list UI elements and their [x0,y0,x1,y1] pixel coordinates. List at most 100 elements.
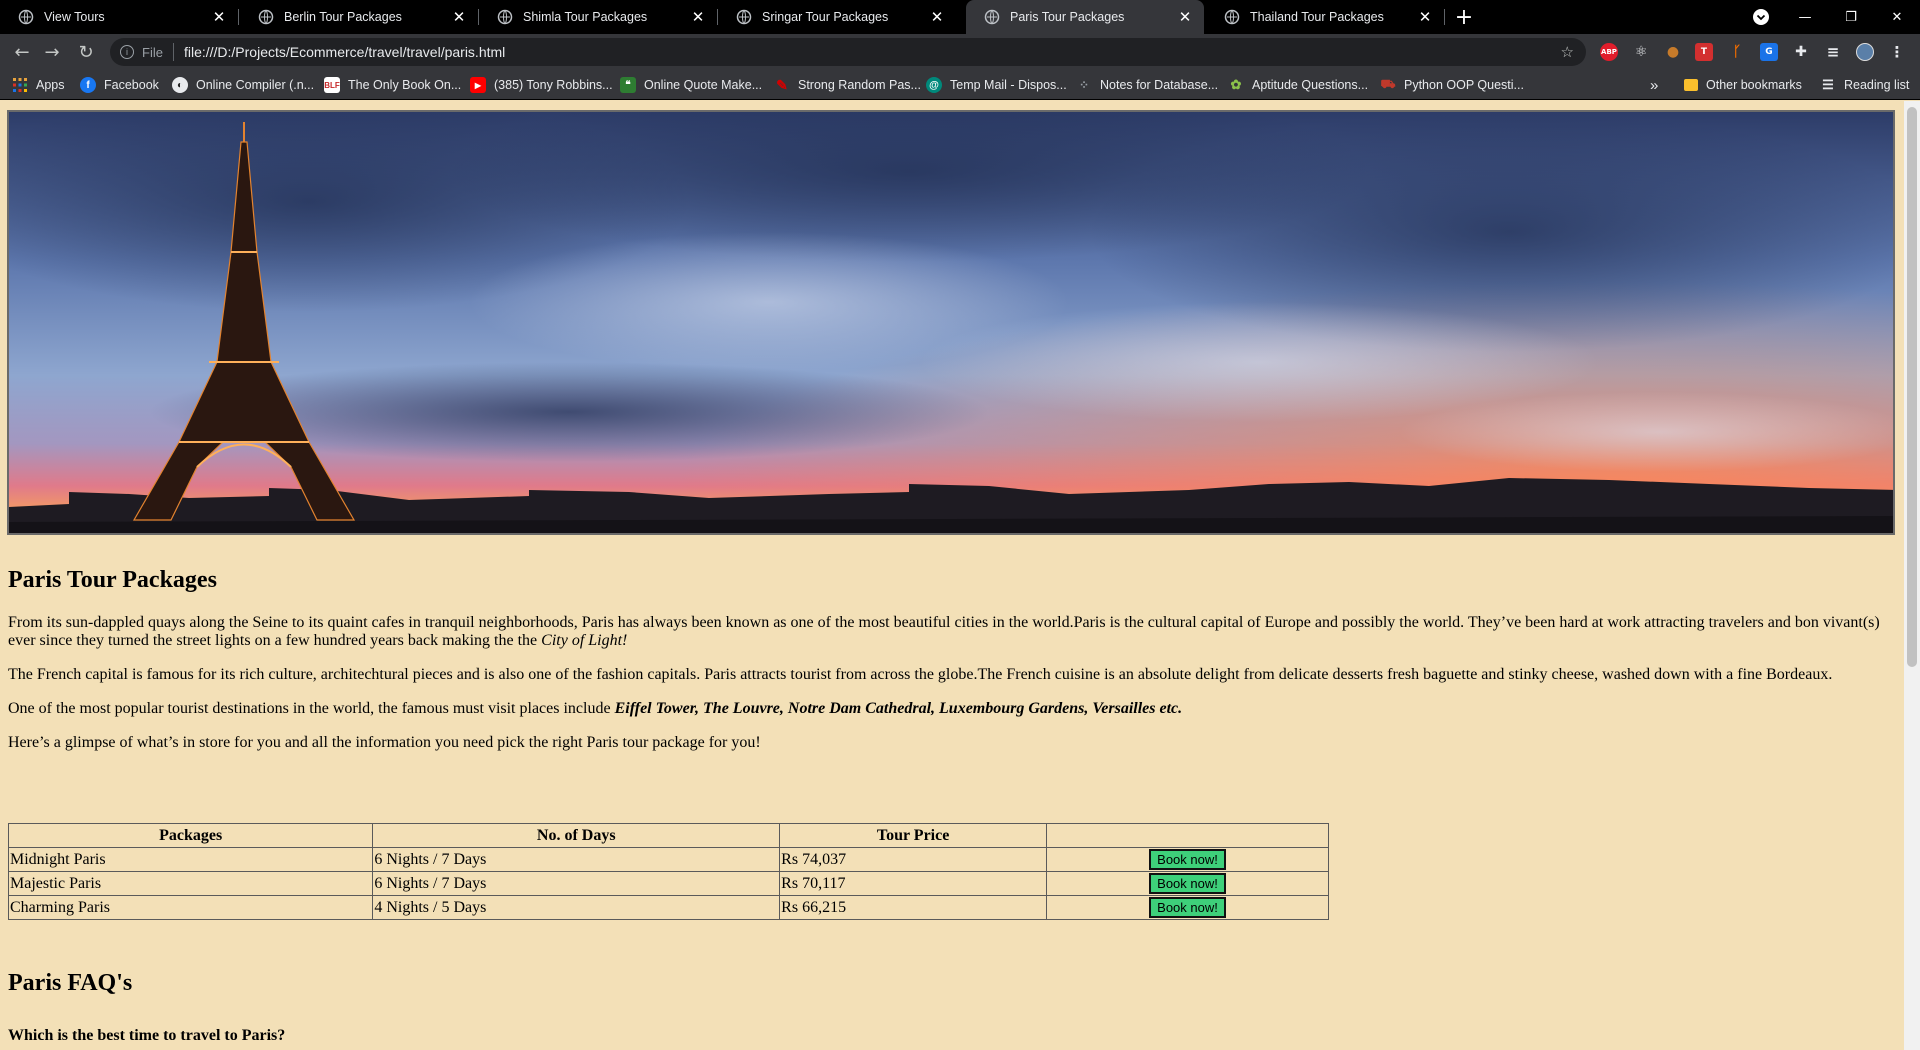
menu-icon[interactable]: ⋮ [1888,43,1906,61]
reading-list-icon[interactable]: ≡ [1824,43,1842,61]
bookmark-label: Notes for Database... [1100,78,1219,92]
bookmark-label: Strong Random Pas... [798,78,921,92]
globe-icon [18,9,34,25]
tab-title: View Tours [44,10,105,24]
reload-button[interactable]: ↻ [74,40,98,64]
bookmark-database-notes[interactable]: ⁘ Notes for Database... [1076,76,1218,94]
close-icon[interactable]: ✕ [687,6,709,28]
action-cell: Book now! [1046,895,1329,920]
bookmark-random-password[interactable]: ✎ Strong Random Pas... [774,76,921,94]
bookmark-apps[interactable]: Apps [12,76,65,94]
tab-separator [1444,9,1445,25]
bookmark-temp-mail[interactable]: @ Temp Mail - Dispos... [926,76,1067,94]
bookmark-label: Reading list [1844,78,1910,92]
chevron-down-icon [1753,9,1769,25]
tab-title: Shimla Tour Packages [523,10,648,24]
glimpse-paragraph: Here’s a glimpse of what’s in store for … [8,734,761,751]
bookmark-aptitude[interactable]: ✿ Aptitude Questions... [1228,76,1369,94]
other-bookmarks[interactable]: Other bookmarks [1684,76,1802,94]
bookmark-tony-robbins[interactable]: ▶ (385) Tony Robbins... [470,76,613,94]
close-icon[interactable]: ✕ [1174,6,1196,28]
book-now-button[interactable]: Book now! [1149,897,1226,918]
restore-button[interactable]: ❐ [1828,0,1874,34]
culture-paragraph: The French capital is famous for its ric… [8,666,1833,683]
main-content: Paris Tour Packages From its sun-dappled… [8,566,1888,768]
info-icon[interactable]: i [120,45,134,59]
close-window-button[interactable]: ✕ [1874,0,1920,34]
table-row: Midnight Paris 6 Nights / 7 Days Rs 74,0… [7,847,1329,872]
arrow-right-icon: → [44,41,60,63]
attractions-list: Eiffel Tower, The Louvre, Notre Dam Cath… [614,700,1183,717]
translate-icon[interactable]: T [1695,43,1713,61]
divider [172,43,174,61]
faq-section: Paris FAQ's Which is the best time to tr… [8,969,285,1045]
new-tab-button[interactable]: + [1452,5,1476,30]
notes-icon: ⁘ [1078,78,1090,92]
password-icon: ✎ [776,76,788,93]
adblock-icon[interactable]: ABP [1600,43,1618,61]
bookmark-python-oop[interactable]: ⛟ Python OOP Questi... [1380,76,1524,94]
quote-icon: ❝ [620,77,636,93]
bookmark-label: Facebook [104,78,159,92]
reading-list-icon: ☰ [1822,77,1834,92]
cookie-icon[interactable]: ● [1664,43,1682,61]
book-icon: BLF [324,77,340,93]
wappalyzer-icon[interactable]: ᚴ [1728,43,1746,61]
bookmark-only-book[interactable]: BLF The Only Book On... [324,76,461,94]
bookmark-facebook[interactable]: f Facebook [80,76,159,94]
action-cell: Book now! [1046,847,1329,872]
bookmark-label: Other bookmarks [1706,78,1802,92]
puzzle-icon[interactable]: ✚ [1792,43,1810,61]
book-now-button[interactable]: Book now! [1149,849,1226,870]
tab-sringar[interactable]: Sringar Tour Packages ✕ [718,0,956,34]
city-of-light-text: City of Light! [541,632,628,649]
tab-shimla[interactable]: Shimla Tour Packages ✕ [479,0,717,34]
packages-table: Packages No. of Days Tour Price Midnight… [7,823,1329,920]
close-icon[interactable]: ✕ [448,6,470,28]
package-name: Majestic Paris [7,871,374,896]
tab-search-button[interactable] [1738,0,1784,34]
reading-list-button[interactable]: ☰ Reading list [1820,76,1909,94]
bookmarks-overflow-button[interactable]: » [1650,76,1658,94]
tab-title: Thailand Tour Packages [1250,10,1384,24]
tab-view-tours[interactable]: View Tours ✕ [0,0,238,34]
tab-berlin[interactable]: Berlin Tour Packages ✕ [240,0,478,34]
close-icon[interactable]: ✕ [926,6,948,28]
address-bar[interactable]: i File file:///D:/Projects/Ecommerce/tra… [110,38,1586,66]
url-text[interactable]: file:///D:/Projects/Ecommerce/travel/tra… [184,44,505,60]
react-devtools-icon[interactable]: ⚛ [1632,43,1650,61]
scrollbar-thumb[interactable] [1907,107,1917,667]
table-row: Charming Paris 4 Nights / 5 Days Rs 66,2… [7,895,1329,920]
bookmark-label: Apps [36,78,65,92]
page-scrollbar[interactable] [1904,101,1920,1050]
package-name: Charming Paris [7,895,374,920]
forward-button[interactable]: → [40,40,64,64]
tab-strip: View Tours ✕ Berlin Tour Packages ✕ Shim… [0,0,1920,34]
star-icon[interactable]: ☆ [1561,43,1574,61]
close-icon[interactable]: ✕ [1414,6,1436,28]
apps-grid-icon [13,78,27,92]
bookmark-label: The Only Book On... [348,78,462,92]
package-days: 6 Nights / 7 Days [372,871,781,896]
package-name: Midnight Paris [7,847,374,872]
bookmark-quote-maker[interactable]: ❝ Online Quote Make... [620,76,762,94]
tab-paris[interactable]: Paris Tour Packages ✕ [966,0,1204,34]
google-translate-icon[interactable]: G [1760,43,1778,61]
bookmark-online-compiler[interactable]: ◐ Online Compiler (.n... [172,76,314,94]
compiler-icon: ◐ [172,77,188,93]
book-now-button[interactable]: Book now! [1149,873,1226,894]
minimize-button[interactable]: — [1782,0,1828,34]
faq-question: Which is the best time to travel to Pari… [8,1027,286,1044]
avatar[interactable] [1856,43,1874,61]
bookmark-label: Temp Mail - Dispos... [950,78,1067,92]
close-icon[interactable]: ✕ [208,6,230,28]
tab-title: Paris Tour Packages [1010,10,1125,24]
tab-title: Berlin Tour Packages [284,10,402,24]
mail-icon: @ [926,77,942,93]
package-price: Rs 74,037 [779,847,1048,872]
tab-thailand[interactable]: Thailand Tour Packages ✕ [1206,0,1444,34]
tab-title: Sringar Tour Packages [762,10,889,24]
back-button[interactable]: ← [10,40,34,64]
table-header-row: Packages No. of Days Tour Price [7,823,1329,848]
browser-toolbar: ← → ↻ i File file:///D:/Projects/Ecommer… [0,34,1920,70]
